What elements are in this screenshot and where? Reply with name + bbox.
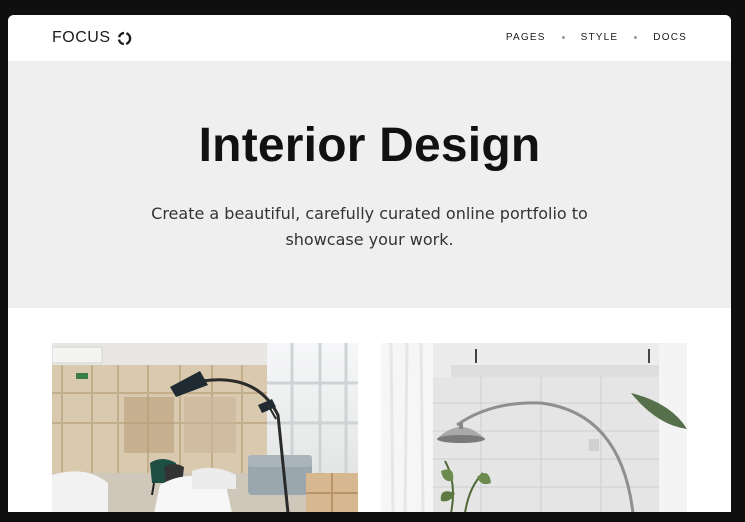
brand-name: FOCUS (52, 29, 111, 46)
brand-logo-link[interactable]: FOCUS (52, 27, 132, 49)
focus-ring-icon (117, 31, 132, 46)
nav-item-pages[interactable]: PAGES (506, 32, 546, 43)
nav-separator-dot (634, 35, 638, 39)
portfolio-grid (52, 343, 687, 512)
interior-lounge-image (52, 343, 358, 512)
hero-subtitle: Create a beautiful, carefully curated on… (8, 201, 731, 253)
hero-subtitle-line-1: Create a beautiful, carefully curated on… (151, 204, 588, 223)
portfolio-card-image-lounge[interactable] (52, 343, 358, 512)
hero-subtitle-line-2: showcase your work. (285, 230, 454, 249)
hero-section: Interior Design Create a beautiful, care… (8, 61, 731, 308)
interior-arc-lamp-image (381, 343, 687, 512)
main-nav: PAGES STYLE DOCS (506, 29, 687, 45)
hero-title: Interior Design (198, 119, 541, 172)
browser-window: FOCUS PAGES STYLE DOCS Interior Design C… (8, 15, 731, 512)
nav-item-style[interactable]: STYLE (581, 32, 619, 43)
site-header: FOCUS PAGES STYLE DOCS (8, 15, 731, 61)
nav-separator-dot (561, 35, 565, 39)
portfolio-card-image-arc-lamp[interactable] (381, 343, 687, 512)
nav-item-docs[interactable]: DOCS (653, 32, 687, 43)
